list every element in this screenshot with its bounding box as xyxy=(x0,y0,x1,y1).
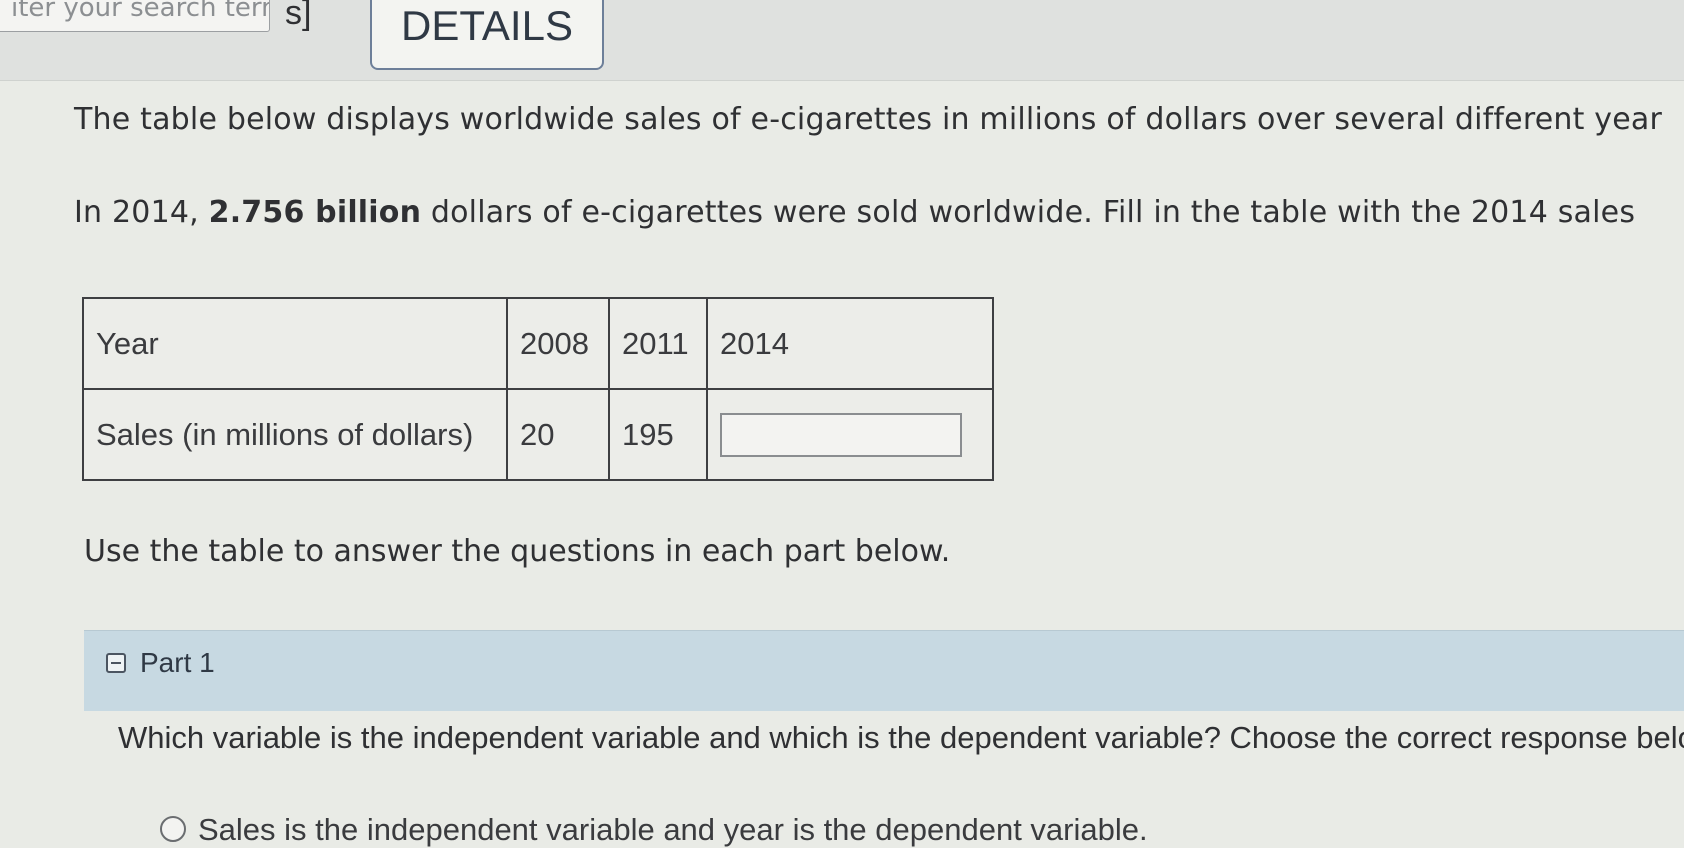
part-1-label: Part 1 xyxy=(140,647,215,678)
collapse-minus-icon[interactable] xyxy=(106,653,126,673)
details-tab-button[interactable]: DETAILS xyxy=(370,0,604,70)
top-bar: iter your search term s] DETAILS xyxy=(0,0,1684,81)
table-cell-sales-2008: 20 xyxy=(506,388,610,481)
part-1-header[interactable]: Part 1 xyxy=(84,630,1684,711)
fact-suffix: dollars of e-cigarettes were sold worldw… xyxy=(421,195,1636,230)
table-header-row: Year 2008 2011 2014 xyxy=(82,297,994,390)
table-data-row: Sales (in millions of dollars) 20 195 xyxy=(82,388,994,481)
problem-content: The table below displays worldwide sales… xyxy=(0,80,1684,847)
table-cell-year-2008: 2008 xyxy=(506,297,610,390)
table-cell-sales-2011: 195 xyxy=(608,388,708,481)
fact-bold-value: 2.756 billion xyxy=(208,195,422,230)
instructions-text: Use the table to answer the questions in… xyxy=(84,534,951,569)
part-1-question: Which variable is the independent variab… xyxy=(118,720,1684,755)
table-cell-year-label: Year xyxy=(82,297,508,390)
table-cell-sales-label: Sales (in millions of dollars) xyxy=(82,388,508,481)
answer-option-1-label: Sales is the independent variable and ye… xyxy=(198,812,1148,847)
radio-button-icon[interactable] xyxy=(160,815,186,842)
search-suffix-text: s] xyxy=(285,0,312,32)
table-cell-year-2011: 2011 xyxy=(608,297,708,390)
fact-prefix: In 2014, xyxy=(74,195,209,230)
sales-table: Year 2008 2011 2014 Sales (in millions o… xyxy=(82,297,994,481)
search-input[interactable]: iter your search term xyxy=(0,0,270,32)
problem-fact-text: In 2014, 2.756 billion dollars of e-ciga… xyxy=(74,195,1635,230)
table-cell-year-2014: 2014 xyxy=(706,297,994,390)
sales-2014-answer-input[interactable] xyxy=(720,412,962,457)
problem-intro-text: The table below displays worldwide sales… xyxy=(74,102,1662,137)
table-cell-sales-2014 xyxy=(706,388,994,481)
